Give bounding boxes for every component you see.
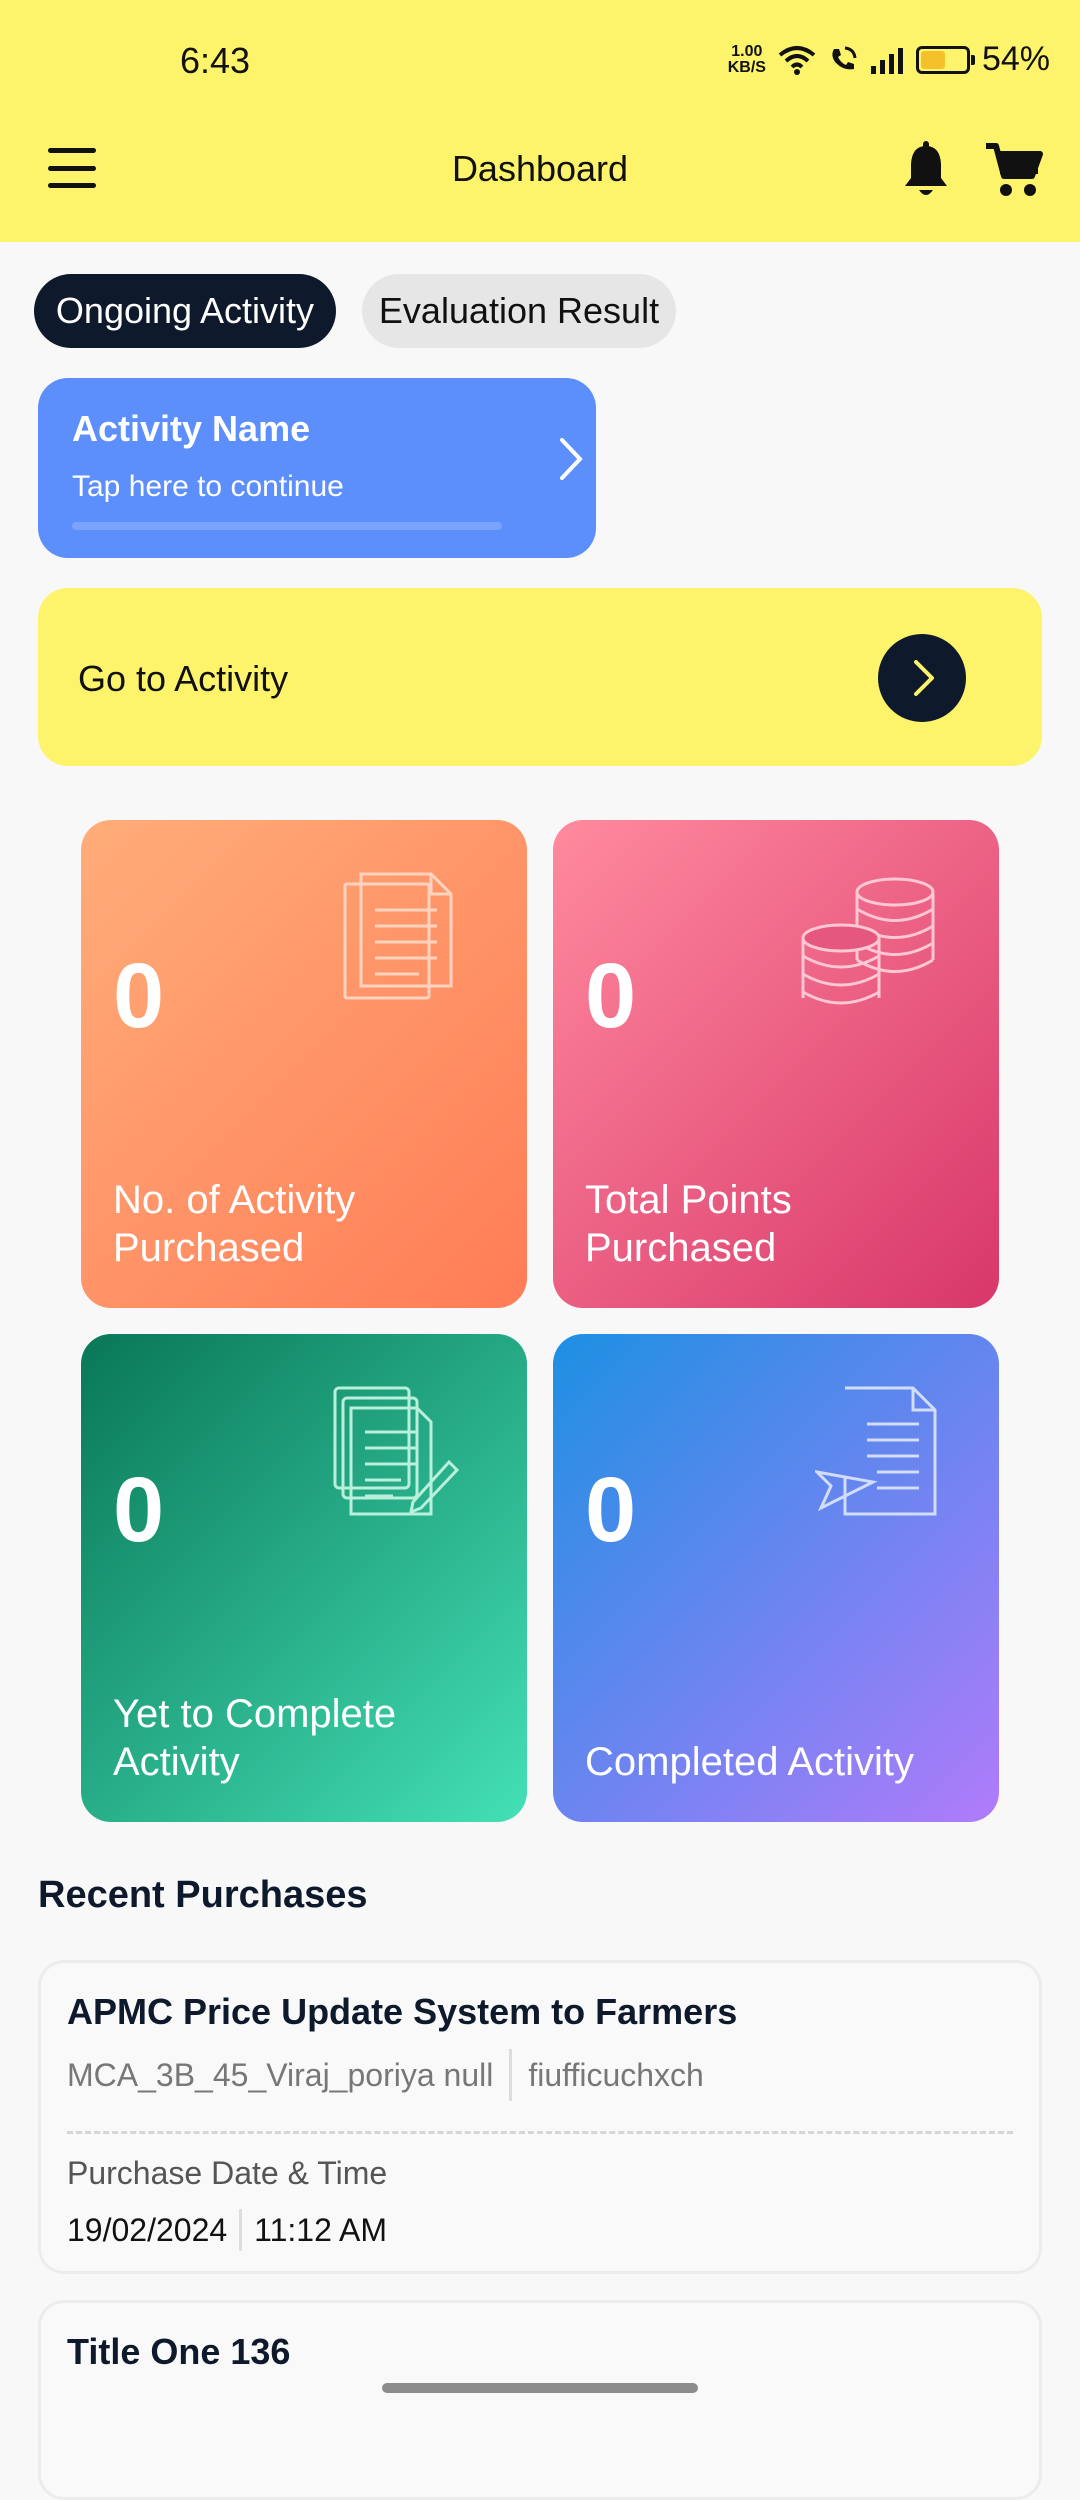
chevron-right-icon	[914, 660, 934, 696]
app-header: 6:43 1.00 KB/S 54% Dashboard	[0, 0, 1080, 242]
go-to-activity-card[interactable]: Go to Activity	[38, 588, 1042, 766]
stat-label: Completed Activity	[585, 1740, 915, 1784]
go-to-activity-label: Go to Activity	[78, 658, 289, 699]
divider	[509, 2049, 513, 2101]
stat-card-yet-to-complete[interactable]: 0 Yet to Complete Activity	[81, 1334, 527, 1822]
tab-ongoing-activity[interactable]: Ongoing Activity	[34, 274, 336, 348]
chevron-right-icon	[560, 438, 583, 480]
network-speed-unit: KB/S	[727, 58, 766, 76]
wifi-icon	[778, 45, 816, 75]
purchase-date-label: Purchase Date & Time	[67, 2155, 388, 2191]
coins-icon	[801, 877, 935, 1005]
go-to-activity-button[interactable]	[878, 634, 966, 722]
stat-card-total-points[interactable]: 0 Total Points Purchased	[553, 820, 999, 1308]
recent-purchases-title: Recent Purchases	[38, 1874, 368, 1916]
stat-label: No. of Activity Purchased	[113, 1178, 356, 1270]
battery-percent: 54%	[981, 40, 1050, 78]
purchase-title: APMC Price Update System to Farmers	[67, 1991, 738, 2032]
document-edit-icon	[333, 1386, 460, 1516]
stat-label: Total Points Purchased	[585, 1178, 792, 1270]
purchase-card[interactable]: APMC Price Update System to Farmers MCA_…	[38, 1960, 1042, 2274]
purchase-date: 19/02/2024	[67, 2211, 228, 2248]
stat-value: 0	[113, 945, 165, 1047]
network-speed-value: 1.00	[731, 42, 763, 60]
purchase-datetime: 19/02/2024 11:12 AM	[67, 2209, 387, 2251]
wifi-call-icon	[832, 46, 857, 69]
stat-card-completed-activity[interactable]: 0 Completed Activity	[553, 1334, 999, 1822]
status-time: 6:43	[180, 40, 251, 81]
battery-fill	[920, 50, 945, 69]
purchase-meta: MCA_3B_45_Viraj_poriya null fiufficuchxc…	[67, 2049, 704, 2101]
activity-progress-bar	[72, 522, 502, 530]
status-icons: 1.00 KB/S 54%	[728, 40, 1050, 79]
cart-icon[interactable]	[984, 140, 1044, 200]
stat-label: Yet to Complete Activity	[113, 1692, 397, 1784]
bell-icon[interactable]	[900, 140, 952, 200]
purchase-time: 11:12 AM	[254, 2211, 387, 2248]
stat-value: 0	[585, 1459, 637, 1561]
purchase-owner: MCA_3B_45_Viraj_poriya null	[67, 2056, 494, 2093]
document-icon	[343, 872, 453, 1000]
stat-value: 0	[585, 945, 637, 1047]
tab-evaluation-result[interactable]: Evaluation Result	[362, 274, 676, 348]
activity-hint: Tap here to continue	[72, 470, 344, 503]
purchase-title: Title One 136	[67, 2331, 291, 2372]
document-sent-icon	[815, 1386, 937, 1516]
ongoing-activity-card[interactable]: Activity Name Tap here to continue	[38, 378, 596, 558]
stat-card-activity-purchased[interactable]: 0 No. of Activity Purchased	[81, 820, 527, 1308]
network-speed: 1.00 KB/S	[727, 42, 766, 76]
stat-value: 0	[113, 1459, 165, 1561]
purchase-code: fiufficuchxch	[528, 2056, 704, 2093]
signal-icon	[870, 47, 903, 74]
dashed-divider	[67, 2131, 1013, 2134]
home-indicator[interactable]	[382, 2383, 698, 2393]
activity-name: Activity Name	[72, 408, 311, 449]
battery-icon	[915, 45, 975, 74]
divider	[239, 2209, 243, 2251]
purchase-card[interactable]: Title One 136	[38, 2300, 1042, 2500]
